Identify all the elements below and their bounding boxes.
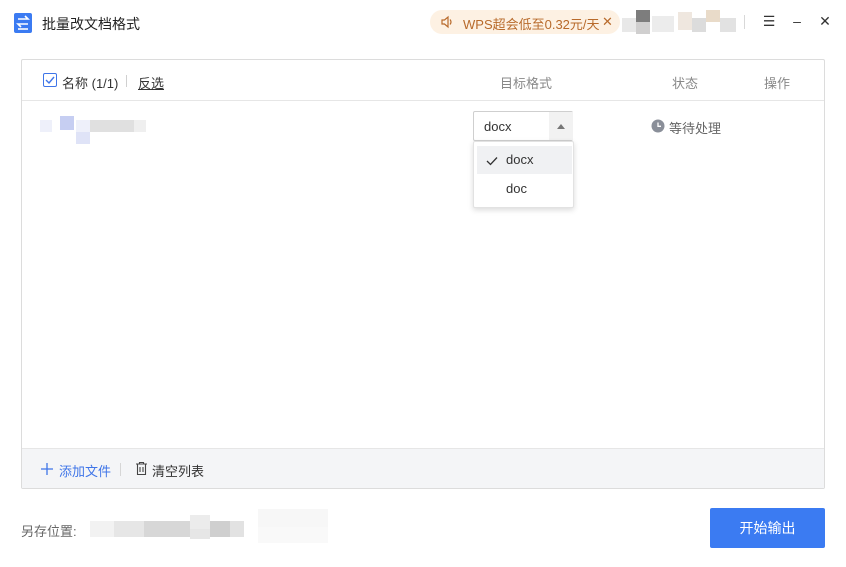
account-avatar-redacted[interactable] (622, 10, 740, 34)
start-output-button[interactable]: 开始输出 (710, 508, 825, 548)
filename-redacted (40, 116, 150, 146)
promo-close-icon[interactable]: ✕ (602, 14, 613, 30)
format-select-value: docx (484, 119, 512, 134)
window-controls-separator (744, 15, 745, 29)
promo-text[interactable]: WPS超会低至0.32元/天 (463, 14, 600, 33)
format-option-docx[interactable]: docx (477, 146, 572, 174)
column-action-header: 操作 (764, 76, 791, 91)
format-select[interactable]: docx (473, 111, 573, 141)
save-path-redacted[interactable] (90, 509, 330, 545)
clear-list-label: 清空列表 (152, 464, 205, 479)
header-separator (126, 75, 127, 87)
promo-banner[interactable]: WPS超会低至0.32元/天 ✕ (430, 10, 620, 34)
title-bar: 批量改文档格式 WPS超会低至0.32元/天 ✕ ☰ – ✕ (0, 0, 846, 46)
triangle-up-icon[interactable] (549, 112, 573, 140)
file-table: 名称 (1/1) 反选 目标格式 状态 操作 docx 等待处理 添加文件 清空… (21, 59, 825, 489)
invert-selection-link[interactable]: 反选 (138, 73, 164, 92)
batch-convert-icon (12, 12, 34, 34)
select-all-checkbox[interactable] (43, 73, 57, 87)
table-row: docx 等待处理 (22, 102, 824, 152)
app-title: 批量改文档格式 (42, 16, 140, 32)
menu-option-label: docx (506, 152, 534, 167)
column-name-header: 名称 (1/1) (62, 76, 119, 91)
minimize-icon[interactable]: – (787, 11, 807, 31)
trash-icon (135, 461, 148, 476)
format-dropdown-menu: docx doc (473, 141, 574, 208)
table-footer: 添加文件 清空列表 (22, 448, 824, 488)
column-status-header: 状态 (672, 76, 699, 91)
status-text: 等待处理 (669, 121, 722, 136)
save-location-label: 另存位置: (21, 524, 77, 539)
table-header: 名称 (1/1) 反选 目标格式 状态 操作 (22, 60, 824, 101)
column-format-header: 目标格式 (500, 76, 553, 91)
close-icon[interactable]: ✕ (815, 11, 835, 31)
menu-icon[interactable]: ☰ (759, 11, 779, 31)
plus-icon (40, 462, 54, 476)
format-option-doc[interactable]: doc (477, 175, 572, 203)
checkmark-icon (486, 154, 498, 166)
footer-separator (120, 463, 121, 476)
clock-icon (651, 119, 665, 133)
menu-option-label: doc (506, 181, 527, 196)
add-file-label: 添加文件 (59, 464, 112, 479)
speaker-icon (440, 15, 454, 29)
